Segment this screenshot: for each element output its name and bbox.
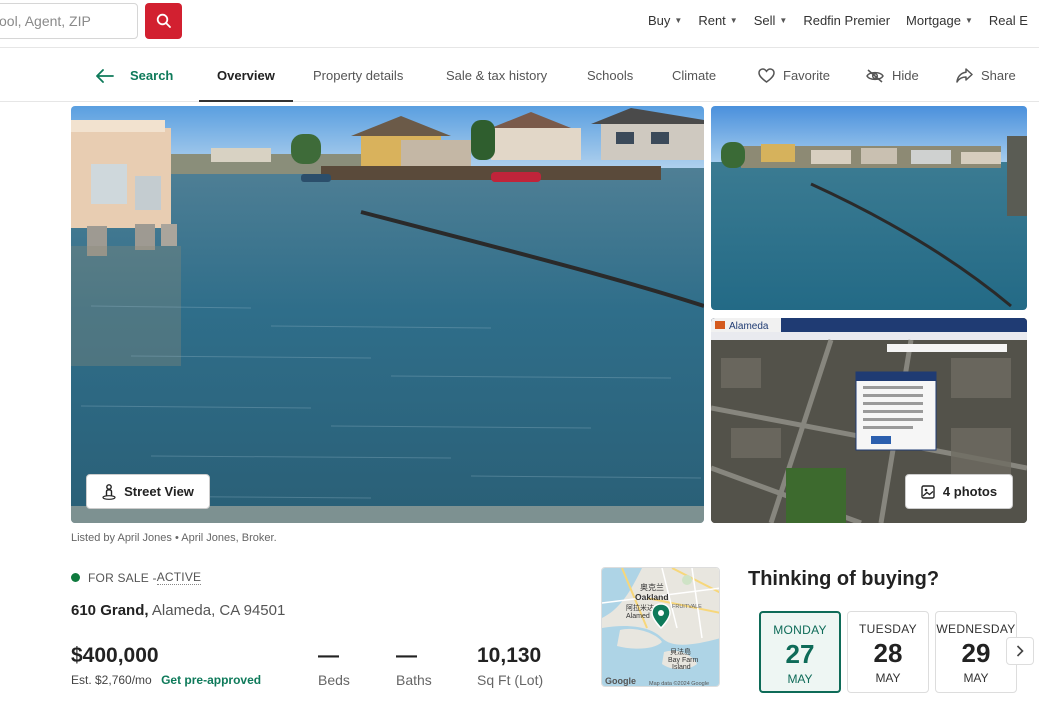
heart-icon <box>758 68 775 83</box>
eye-off-icon <box>866 68 884 83</box>
menu-rent[interactable]: Rent ▼ <box>698 13 737 28</box>
favorite-button[interactable]: Favorite <box>758 49 830 102</box>
listing-sub-nav: Search Overview Property details Sale & … <box>0 49 1039 102</box>
image-icon <box>921 484 935 499</box>
search-input[interactable] <box>0 4 131 38</box>
top-nav-bar: Buy▼ Rent▼ Sell▼ Redfin Premier Mortgage… <box>0 0 1039 48</box>
caret-down-icon: ▼ <box>729 16 738 25</box>
tour-day-option[interactable]: WEDNESDAY 29 MAY <box>935 611 1017 693</box>
menu-real-estate-agents[interactable]: Real E <box>989 13 1028 28</box>
street-address: 610 Grand, <box>71 602 149 619</box>
beds-stat: — Beds <box>318 644 350 688</box>
sqft-stat: 10,130 Sq Ft (Lot) <box>477 644 543 688</box>
main-photo[interactable] <box>71 106 704 523</box>
status-active-label[interactable]: ACTIVE <box>156 570 202 585</box>
tour-day-option[interactable]: MONDAY 27 MAY <box>759 611 841 693</box>
location-map-thumbnail[interactable]: 奥克兰 Oakland 阿拉米达 Alamed FRUITVALE 貝法島 Ba… <box>601 567 720 687</box>
tour-heading: Thinking of buying? <box>748 568 940 590</box>
parcel-brand-label: Alameda <box>729 321 769 332</box>
map-island-label: Island <box>672 664 691 671</box>
tab-climate[interactable]: Climate <box>672 49 716 102</box>
baths-value: — <box>396 644 417 667</box>
beds-label: Beds <box>318 672 350 688</box>
caret-down-icon: ▼ <box>674 16 683 25</box>
estimated-payment: Est. $2,760/mo Get pre-approved <box>71 673 262 687</box>
baths-stat: — Baths <box>396 644 432 688</box>
listing-agent-credit: Listed by April Jones • April Jones, Bro… <box>71 532 277 544</box>
arrow-left-icon <box>96 68 114 83</box>
caret-down-icon: ▼ <box>779 16 788 25</box>
map-city-label: Oakland <box>635 592 669 602</box>
menu-buy[interactable]: Buy ▼ <box>648 13 682 28</box>
map-area-cn: 阿拉米达 <box>626 603 654 612</box>
caret-down-icon: ▼ <box>964 16 973 25</box>
main-menu: Buy ▼ Rent ▼ Sell ▼ Redfin Premier Mortgage… <box>648 13 1039 28</box>
map-area-label: Alamed <box>626 613 650 620</box>
waterfront-photo <box>71 106 704 523</box>
listing-status: FOR SALE - ACTIVE <box>71 570 202 585</box>
map-bayfarm-label: Bay Farm <box>668 657 699 664</box>
tab-sale-tax-history[interactable]: Sale & tax history <box>446 49 547 102</box>
tab-schools[interactable]: Schools <box>587 49 633 102</box>
hide-button[interactable]: Hide <box>866 49 919 102</box>
map-bayfarm-cn: 貝法島 <box>670 647 691 656</box>
street-view-button[interactable]: Street View <box>86 474 210 509</box>
tour-day-option[interactable]: TUESDAY 28 MAY <box>847 611 929 693</box>
search-icon <box>156 13 171 28</box>
next-days-button[interactable] <box>1006 637 1034 665</box>
share-button[interactable]: Share <box>956 49 1016 102</box>
list-price: $400,000 <box>71 644 159 667</box>
share-icon <box>956 68 973 83</box>
property-address: 610 Grand, Alameda, CA 94501 <box>71 602 285 619</box>
waterfront-photo-2 <box>711 106 1027 310</box>
back-to-search-link[interactable]: Search <box>96 49 173 102</box>
menu-mortgage[interactable]: Mortgage ▼ <box>906 13 973 28</box>
google-logo: Google <box>605 676 636 686</box>
menu-sell[interactable]: Sell ▼ <box>754 13 788 28</box>
get-pre-approved-link[interactable]: Get pre-approved <box>161 673 261 687</box>
map-city-cn: 奥克兰 <box>640 582 664 592</box>
status-dot <box>71 573 80 582</box>
baths-label: Baths <box>396 672 432 688</box>
sqft-label: Sq Ft (Lot) <box>477 672 544 688</box>
sqft-value: 10,130 <box>477 644 542 667</box>
tab-overview[interactable]: Overview <box>199 49 293 102</box>
side-photo-water[interactable] <box>711 106 1027 310</box>
beds-value: — <box>318 644 339 667</box>
menu-redfin-premier[interactable]: Redfin Premier <box>803 13 890 28</box>
view-all-photos-button[interactable]: 4 photos <box>905 474 1013 509</box>
search-button[interactable] <box>145 3 182 39</box>
chevron-right-icon <box>1016 645 1024 657</box>
map-image: 奥克兰 Oakland 阿拉米达 Alamed FRUITVALE 貝法島 Ba… <box>602 568 719 687</box>
map-fruitvale-label: FRUITVALE <box>672 604 702 610</box>
city-state-zip: Alameda, CA 94501 <box>148 602 286 619</box>
map-attribution: Map data ©2024 Google <box>649 680 709 687</box>
tab-property-details[interactable]: Property details <box>313 49 403 102</box>
street-view-person-icon <box>102 483 116 500</box>
search-box[interactable] <box>0 3 138 39</box>
